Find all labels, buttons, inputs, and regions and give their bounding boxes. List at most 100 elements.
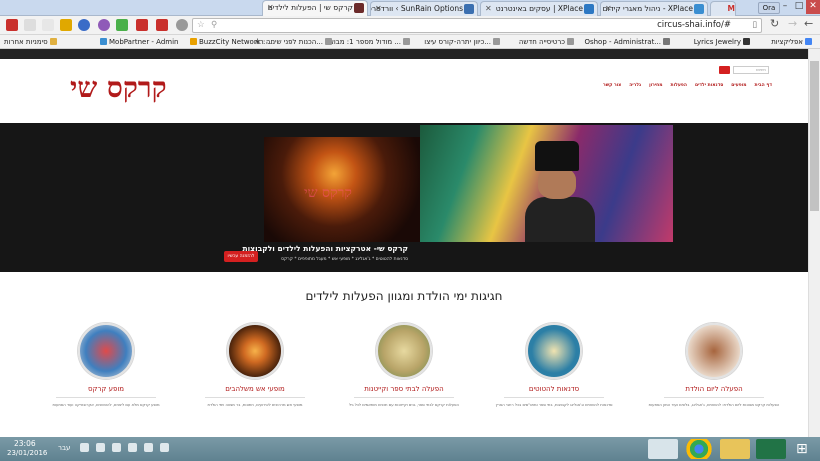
tab-circus-shai[interactable]: קרקס שי | הפעלות לילדים ✕ (262, 0, 368, 17)
language-indicator[interactable]: עבר (58, 444, 70, 452)
tray-icon[interactable] (128, 443, 137, 452)
url-text[interactable]: circus-shai.info/# (657, 19, 731, 32)
extension-icon[interactable] (176, 19, 188, 31)
tab-xplace-promo[interactable]: XPlace - ניהול מאגרי קידום ✕ (600, 1, 708, 16)
bookmark-oshop[interactable]: Oshop - Administrat... (584, 36, 672, 48)
volume-icon[interactable] (96, 443, 105, 452)
tray-icon[interactable] (80, 443, 89, 452)
card-description: הפעלות קרקס לבתי ספר, גנים וקייטנות עם ת… (348, 402, 460, 407)
card-fire-shows[interactable]: מופעי אש משלהבים מופעי אש מרהיבים לאירוע… (185, 323, 325, 414)
tab-label: XPlace - ניהול מאגרי קידום (602, 4, 693, 13)
star-icon[interactable]: ☆ (197, 19, 205, 32)
nav-item-shows[interactable]: מופעים (731, 81, 746, 91)
card-title[interactable]: מופע קרקס (36, 385, 176, 393)
close-tab-icon[interactable]: ✕ (605, 2, 612, 15)
reload-icon[interactable]: ↻ (770, 17, 779, 30)
clown-image (420, 125, 673, 242)
tab-sunrain[interactable]: SunRain Options › וורדפרס ✕ (370, 1, 478, 16)
divider (354, 397, 454, 398)
gear-icon[interactable] (60, 19, 72, 31)
card-image[interactable] (686, 323, 742, 379)
chrome-icon[interactable] (684, 439, 714, 459)
card-image[interactable] (78, 323, 134, 379)
extension-icon[interactable] (78, 19, 90, 31)
card-title[interactable]: סדנאות להטוטים (484, 385, 624, 393)
card-schools-camps[interactable]: הפעלה לבתי ספר וקייטנות הפעלות קרקס לבתי… (334, 323, 474, 414)
tray-icon[interactable] (144, 443, 153, 452)
xplace-favicon-icon (694, 4, 704, 14)
card-birthday[interactable]: הפעלה ליום הולדת הפעלות קרקס מגוונות ליו… (644, 323, 784, 414)
nav-item-workshops[interactable]: סדנאות ילדים (695, 81, 723, 91)
windows-start-icon[interactable]: ⊞ (796, 441, 808, 457)
close-tab-icon[interactable]: ✕ (375, 2, 382, 15)
nav-item-activities[interactable]: הפעלות (671, 81, 687, 91)
forward-icon[interactable]: → (788, 17, 797, 30)
tab-gmail[interactable]: M (710, 1, 736, 16)
extension-icon[interactable] (6, 19, 18, 31)
site-logo[interactable]: קרקס שי (70, 71, 167, 105)
site-search-button[interactable] (719, 66, 730, 74)
nav-item-gallery[interactable]: גלריה (629, 81, 641, 91)
maximize-button[interactable]: □ (792, 0, 806, 14)
bookmark-module-1[interactable]: מודול מספר 1: מבוא ... (329, 36, 412, 48)
nav-item-contact[interactable]: צור קשר (603, 81, 621, 91)
tab-strip: קרקס שי | הפעלות לילדים ✕ SunRain Option… (0, 0, 820, 17)
profile-button[interactable]: Ora (758, 2, 780, 14)
hero-subtitle: סדנאות להטוטים * ג'אגלינג * מופעי אש * מ… (281, 257, 408, 262)
extension-icon[interactable] (42, 19, 54, 31)
card-description: מופעי אש מרהיבים לאירועים, חתונות, בר מצ… (207, 402, 303, 407)
close-window-button[interactable]: ✕ (806, 0, 820, 14)
section-title: חגיגות ימי הולדת ומגוון הפעלות לילדים (305, 289, 503, 303)
taskbar-app-icon[interactable] (648, 439, 678, 459)
card-juggling-workshops[interactable]: סדנאות להטוטים סדנאות להטוטים וג'אגלינג … (484, 323, 624, 414)
clock-time[interactable]: 23:06 (14, 439, 36, 448)
site-search-input[interactable]: חיפוש (733, 66, 769, 74)
close-tab-icon[interactable]: ✕ (485, 2, 492, 15)
card-description: הפעלות קרקס מגוונות ליום הולדת: להטוטים,… (648, 402, 780, 407)
nav-item-prices[interactable]: מחירון (649, 81, 662, 91)
extension-icon[interactable] (116, 19, 128, 31)
card-image[interactable] (526, 323, 582, 379)
minimize-button[interactable]: – (778, 0, 792, 14)
divider (56, 397, 156, 398)
chevron-up-icon[interactable] (160, 443, 169, 452)
tab-xplace-business[interactable]: XPlace | עסקים באינטרנט ✕ (480, 1, 598, 16)
card-circus-show[interactable]: מופע קרקס מופע קרקס מלא עם ליצנים, להטוט… (36, 323, 176, 414)
bookmark-new-tab[interactable]: כרטיסייה חדשה (519, 36, 576, 48)
card-image[interactable] (227, 323, 283, 379)
close-tab-icon[interactable]: ✕ (267, 1, 274, 14)
tab-label: M (727, 4, 735, 13)
windows-taskbar: 23:06 23/01/2016 עבר ⊞ (0, 437, 820, 461)
bookmark-other[interactable]: סימניות אחרות (4, 36, 59, 48)
extension-icon[interactable] (156, 19, 168, 31)
nav-item-home[interactable]: דף הבית (755, 81, 772, 91)
bookmarks-bar: אפליקציות Lyrics Jewelry Oshop - Adminis… (0, 35, 820, 49)
book-now-button[interactable]: להזמנה עכשיו (224, 251, 258, 262)
bookmark-buzzcity[interactable]: BuzzCity Network : ... (188, 36, 274, 48)
file-explorer-icon[interactable] (720, 439, 750, 459)
clown-face (538, 167, 576, 199)
bookmark-lyrics-jewelry[interactable]: Lyrics Jewelry (694, 36, 752, 48)
excel-icon[interactable] (756, 439, 786, 459)
card-title[interactable]: מופעי אש משלהבים (185, 385, 325, 393)
network-icon[interactable] (112, 443, 121, 452)
hero-slider: קרקס שי קרקס שי- אטרקציות והפעלות לילדים… (0, 123, 808, 272)
scrollbar-thumb[interactable] (810, 61, 819, 211)
address-bar[interactable]: ☆ ⚲ circus-shai.info/# ▯ (192, 18, 762, 33)
clown-hat (535, 141, 579, 171)
back-icon[interactable]: ← (804, 17, 813, 30)
card-title[interactable]: הפעלה לבתי ספר וקייטנות (334, 385, 474, 393)
card-title[interactable]: הפעלה ליום הולדת (644, 385, 784, 393)
card-description: מופע קרקס מלא עם ליצנים, להטוטנים, אקרוב… (52, 402, 160, 407)
bookmark-apps[interactable]: אפליקציות (771, 36, 814, 48)
tab-label: SunRain Options › וורדפרס (370, 4, 463, 13)
extension-icon[interactable] (98, 19, 110, 31)
browser-toolbar: ☆ ⚲ circus-shai.info/# ▯ ↻ → ← (0, 16, 820, 35)
bookmark-design-course[interactable]: כיוון יתרה-קורס עיצו... (424, 36, 502, 48)
page-scrollbar[interactable] (808, 49, 820, 437)
bookmark-mobpartner[interactable]: MobPartner - Admin (98, 36, 179, 48)
card-image[interactable] (376, 323, 432, 379)
extension-icon[interactable] (24, 19, 36, 31)
clock-date[interactable]: 23/01/2016 (7, 449, 47, 457)
extension-icon[interactable] (136, 19, 148, 31)
